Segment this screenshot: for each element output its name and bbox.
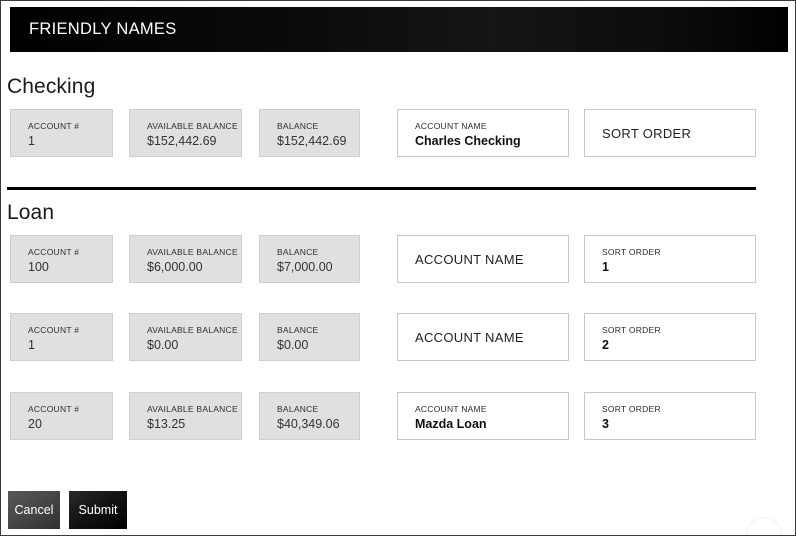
available-balance-value: $0.00 xyxy=(147,338,179,352)
sort-order-label: SORT ORDER xyxy=(602,247,661,257)
account-number-field: ACCOUNT # 1 xyxy=(10,109,113,157)
balance-label: BALANCE xyxy=(277,121,319,131)
balance-value: $0.00 xyxy=(277,338,309,352)
sort-order-value: 1 xyxy=(602,260,609,274)
sort-order-input[interactable]: SORT ORDER 1 SORT ORDER xyxy=(584,235,756,283)
sort-order-input[interactable]: SORT ORDER 2 SORT ORDER xyxy=(584,313,756,361)
account-name-placeholder: ACCOUNT NAME xyxy=(415,329,524,345)
account-name-input[interactable]: ACCOUNT NAME ACCOUNT NAME xyxy=(397,235,569,283)
sort-order-label: SORT ORDER xyxy=(602,404,661,414)
balance-field: BALANCE $7,000.00 xyxy=(259,235,360,283)
submit-button[interactable]: Submit xyxy=(69,491,127,529)
account-name-input[interactable]: ACCOUNT NAME Mazda Loan ACCOUNT NAME xyxy=(397,392,569,440)
balance-label: BALANCE xyxy=(277,404,319,414)
account-row: ACCOUNT # 20 AVAILABLE BALANCE $13.25 BA… xyxy=(1,392,795,440)
balance-field: BALANCE $40,349.06 xyxy=(259,392,360,440)
account-number-value: 1 xyxy=(28,134,35,148)
available-balance-label: AVAILABLE BALANCE xyxy=(147,247,238,257)
account-number-value: 20 xyxy=(28,417,42,431)
balance-label: BALANCE xyxy=(277,325,319,335)
sort-order-input[interactable]: SORT ORDER 3 SORT ORDER xyxy=(584,392,756,440)
account-name-value: Charles Checking xyxy=(415,134,521,148)
account-name-label: ACCOUNT NAME xyxy=(415,404,487,414)
account-row: ACCOUNT # 1 AVAILABLE BALANCE $0.00 BALA… xyxy=(1,313,795,361)
form-footer: Cancel Submit xyxy=(1,491,795,531)
available-balance-label: AVAILABLE BALANCE xyxy=(147,121,238,131)
section-heading-loan: Loan xyxy=(7,201,55,224)
available-balance-field: AVAILABLE BALANCE $152,442.69 xyxy=(129,109,242,157)
account-number-value: 100 xyxy=(28,260,49,274)
available-balance-label: AVAILABLE BALANCE xyxy=(147,325,238,335)
account-name-input[interactable]: ACCOUNT NAME Charles Checking ACCOUNT NA… xyxy=(397,109,569,157)
account-name-value: Mazda Loan xyxy=(415,417,487,431)
account-name-input[interactable]: ACCOUNT NAME ACCOUNT NAME xyxy=(397,313,569,361)
balance-value: $40,349.06 xyxy=(277,417,340,431)
sort-order-input[interactable]: SORT ORDER SORT ORDER xyxy=(584,109,756,157)
available-balance-value: $6,000.00 xyxy=(147,260,203,274)
friendly-names-page: FRIENDLY NAMES Checking Loan ACCOUNT # 1… xyxy=(0,0,796,536)
available-balance-field: AVAILABLE BALANCE $0.00 xyxy=(129,313,242,361)
sort-order-value: 2 xyxy=(602,338,609,352)
account-number-field: ACCOUNT # 1 xyxy=(10,313,113,361)
section-heading-checking: Checking xyxy=(7,75,96,98)
section-divider xyxy=(7,187,756,190)
account-number-label: ACCOUNT # xyxy=(28,404,80,414)
balance-value: $152,442.69 xyxy=(277,134,347,148)
balance-field: BALANCE $0.00 xyxy=(259,313,360,361)
account-row: ACCOUNT # 100 AVAILABLE BALANCE $6,000.0… xyxy=(1,235,795,283)
cancel-button[interactable]: Cancel xyxy=(8,491,60,529)
balance-label: BALANCE xyxy=(277,247,319,257)
sort-order-label: SORT ORDER xyxy=(602,325,661,335)
account-name-label: ACCOUNT NAME xyxy=(415,121,487,131)
available-balance-label: AVAILABLE BALANCE xyxy=(147,404,238,414)
available-balance-field: AVAILABLE BALANCE $6,000.00 xyxy=(129,235,242,283)
account-number-label: ACCOUNT # xyxy=(28,121,80,131)
available-balance-field: AVAILABLE BALANCE $13.25 xyxy=(129,392,242,440)
account-number-label: ACCOUNT # xyxy=(28,325,80,335)
account-number-field: ACCOUNT # 100 xyxy=(10,235,113,283)
sort-order-value: 3 xyxy=(602,417,609,431)
account-name-placeholder: ACCOUNT NAME xyxy=(415,251,524,267)
page-title: FRIENDLY NAMES xyxy=(29,20,177,38)
available-balance-value: $13.25 xyxy=(147,417,186,431)
sort-order-placeholder: SORT ORDER xyxy=(602,125,692,141)
balance-field: BALANCE $152,442.69 xyxy=(259,109,360,157)
page-header: FRIENDLY NAMES xyxy=(10,7,788,52)
account-number-label: ACCOUNT # xyxy=(28,247,80,257)
account-number-value: 1 xyxy=(28,338,35,352)
account-row: ACCOUNT # 1 AVAILABLE BALANCE $152,442.6… xyxy=(1,109,795,157)
account-number-field: ACCOUNT # 20 xyxy=(10,392,113,440)
balance-value: $7,000.00 xyxy=(277,260,333,274)
available-balance-value: $152,442.69 xyxy=(147,134,217,148)
